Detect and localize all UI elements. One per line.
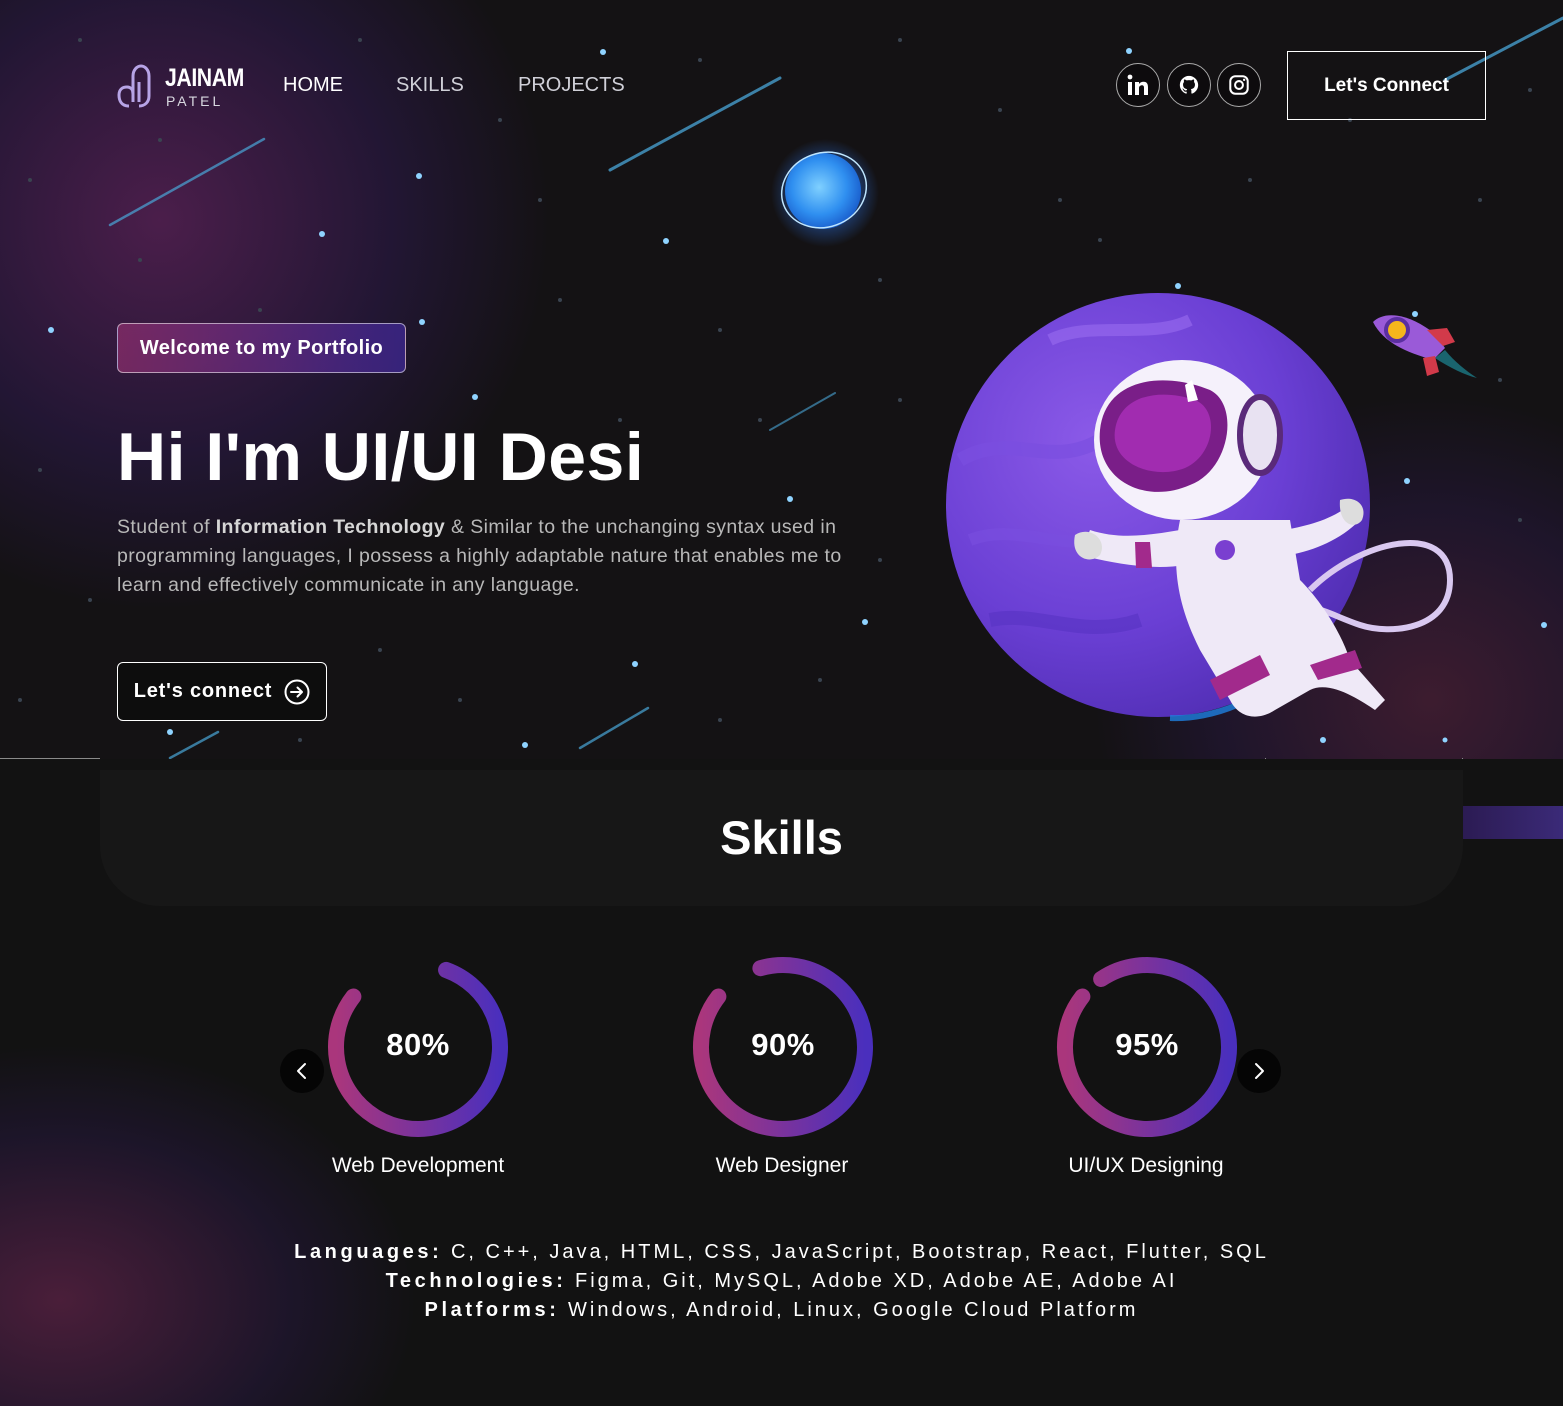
linkedin-icon xyxy=(1127,74,1148,95)
instagram-icon xyxy=(1229,75,1249,95)
chevron-left-icon xyxy=(297,1063,306,1079)
carousel-prev-button[interactable] xyxy=(280,1049,324,1093)
platforms-list: Windows, Android, Linux, Google Cloud Pl… xyxy=(559,1299,1139,1321)
skill-percent: 80% xyxy=(386,1027,450,1062)
brand-subtitle: PATEL xyxy=(166,93,224,109)
welcome-tagline: Welcome to my Portfolio xyxy=(117,323,406,373)
brand-name: JAINAM xyxy=(165,64,244,92)
arrow-right-circle-icon xyxy=(284,679,310,704)
technologies-line: Technologies: Figma, Git, MySQL, Adobe X… xyxy=(0,1270,1563,1293)
carousel-next-button[interactable] xyxy=(1237,1049,1281,1093)
languages-label: Languages: xyxy=(294,1241,443,1263)
nav-home[interactable]: HOME xyxy=(283,74,343,97)
hero-bottom-divider xyxy=(0,758,100,759)
skills-title: Skills xyxy=(720,811,843,864)
technologies-list: Figma, Git, MySQL, Adobe XD, Adobe AE, A… xyxy=(566,1270,1178,1292)
brand-logo[interactable]: JAINAM PATEL xyxy=(117,62,247,112)
skill-percent: 90% xyxy=(751,1027,815,1062)
nav-projects[interactable]: PROJECTS xyxy=(518,74,625,97)
github-button[interactable] xyxy=(1167,63,1211,107)
hero-headline: Hi I'm UI/UI Desi xyxy=(117,419,645,495)
rocket-illustration xyxy=(1373,315,1477,378)
hero-bottom-bracket xyxy=(1265,758,1463,759)
skill-percent: 95% xyxy=(1115,1027,1179,1062)
languages-list: C, C++, Java, HTML, CSS, JavaScript, Boo… xyxy=(442,1241,1269,1263)
platforms-line: Platforms: Windows, Android, Linux, Goog… xyxy=(0,1299,1563,1322)
linkedin-button[interactable] xyxy=(1116,63,1160,107)
instagram-button[interactable] xyxy=(1217,63,1261,107)
skill-ring: 90% xyxy=(691,955,875,1139)
hero-connect-label: Let's connect xyxy=(133,680,273,702)
bio-highlight: Information Technology xyxy=(215,516,446,538)
hero-connect-button[interactable]: Let's connect xyxy=(117,662,327,721)
technologies-label: Technologies: xyxy=(385,1270,567,1292)
nav-skills[interactable]: SKILLS xyxy=(396,74,464,97)
platforms-label: Platforms: xyxy=(424,1299,560,1321)
bio-prefix: Student of xyxy=(117,516,216,538)
languages-line: Languages: C, C++, Java, HTML, CSS, Java… xyxy=(0,1241,1563,1264)
hero-banner: JAINAM PATEL HOME SKILLS PROJECTS Let's … xyxy=(0,0,1563,759)
skill-label: Web Development xyxy=(331,1154,505,1177)
lets-connect-button[interactable]: Let's Connect xyxy=(1287,51,1486,120)
chevron-right-icon xyxy=(1255,1063,1264,1079)
logo-mark-icon xyxy=(117,64,151,108)
skill-ring: 95% xyxy=(1055,955,1239,1139)
skill-ring: 80% xyxy=(326,955,510,1139)
hero-bio: Student of Information Technology & Simi… xyxy=(117,513,877,600)
blue-planet-illustration xyxy=(771,139,879,247)
skill-label: Web Designer xyxy=(715,1154,849,1177)
skill-label: UI/UX Designing xyxy=(1068,1154,1224,1177)
github-icon xyxy=(1179,75,1199,94)
